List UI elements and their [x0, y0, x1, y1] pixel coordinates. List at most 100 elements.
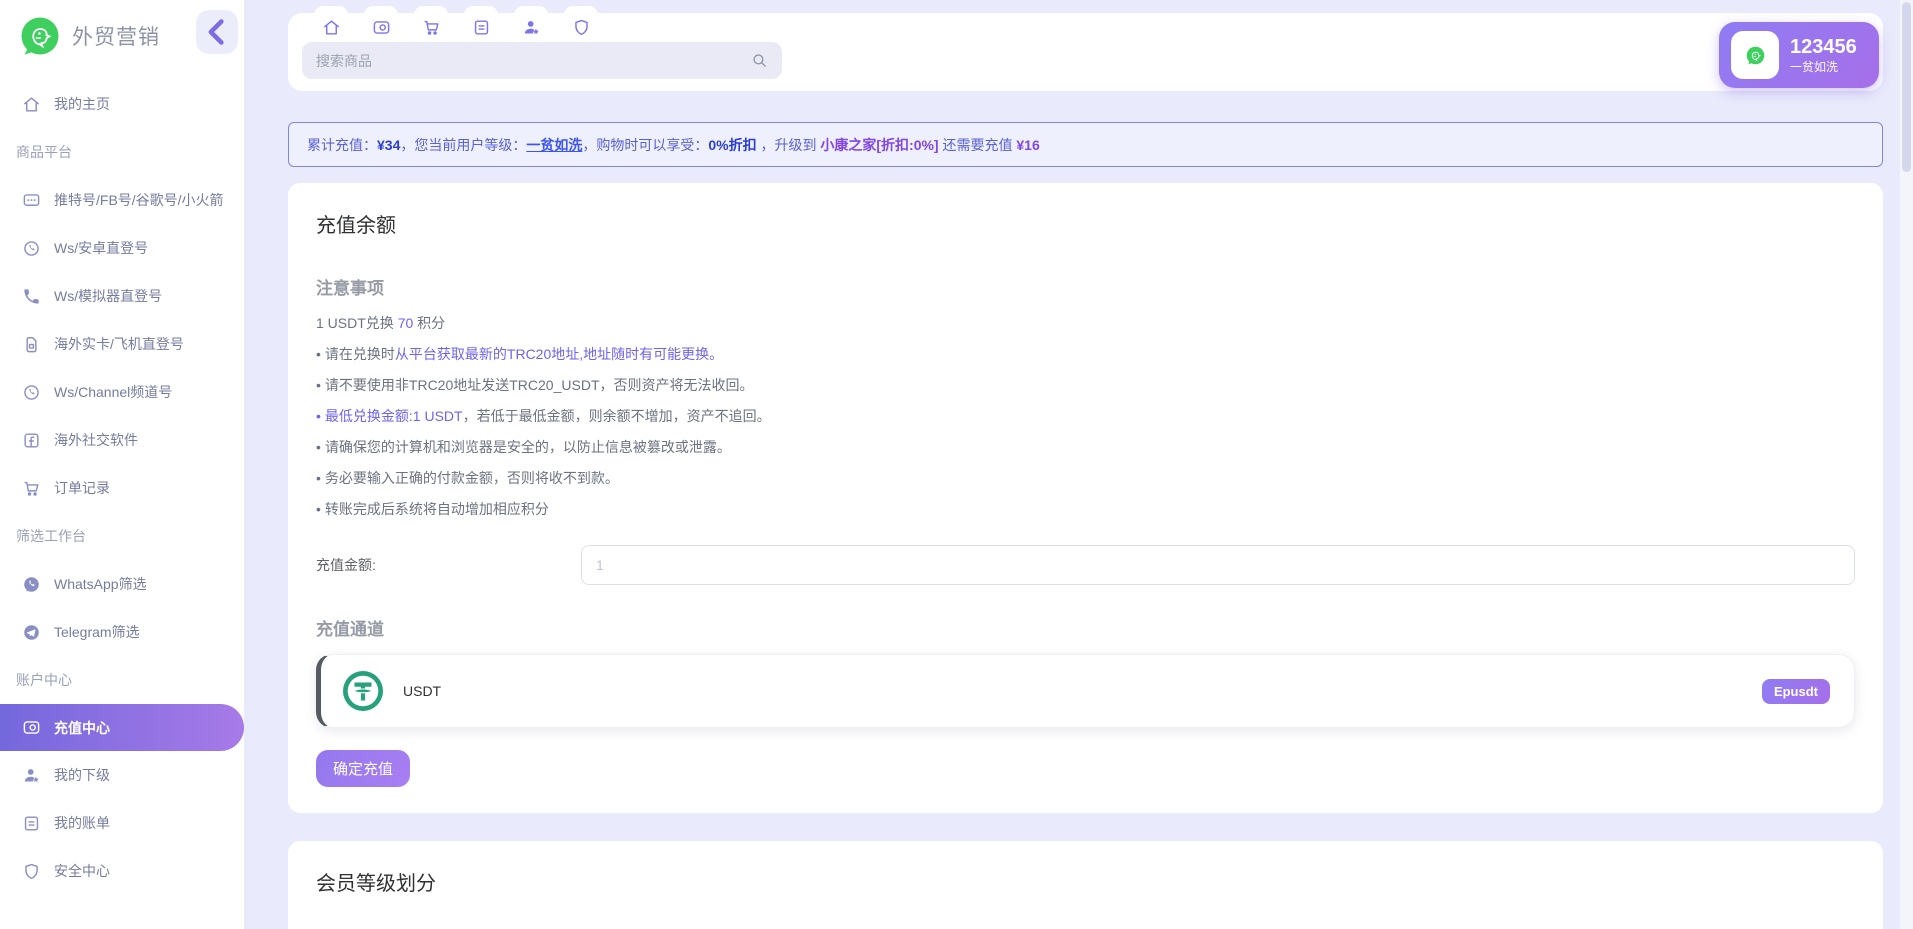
- note-segment: 转账完成后系统将自动增加相应积分: [325, 501, 549, 517]
- note-segment: 最低兑换金额:1 USDT: [325, 408, 463, 424]
- sidebar-item[interactable]: 推特号/FB号/谷歌号/小火箭: [0, 176, 244, 224]
- user-level: 一贫如洗: [1790, 60, 1857, 75]
- exchange-rate-line: 1 USDT兑换 70 积分: [316, 313, 1855, 333]
- sidebar-item[interactable]: 我的下级: [0, 751, 244, 799]
- confirm-recharge-button[interactable]: 确定充值: [316, 750, 410, 787]
- notice-segment: 0%折扣: [708, 135, 756, 155]
- notice-segment: ，购物时可以享受：: [582, 135, 708, 155]
- notes-title: 注意事项: [316, 274, 1855, 299]
- quick-tabs: [314, 6, 598, 44]
- scrollbar-thumb[interactable]: [1902, 2, 1911, 172]
- sidebar-item-label: Ws/模拟器直登号: [54, 286, 162, 306]
- sidebar-item[interactable]: 海外实卡/飞机直登号: [0, 320, 244, 368]
- bill-icon: [472, 18, 491, 37]
- sidebar-item[interactable]: 海外社交软件: [0, 416, 244, 464]
- levels-title: 会员等级划分: [316, 867, 1855, 896]
- rate-segment: 70: [398, 315, 414, 331]
- tether-icon: [343, 671, 383, 711]
- note-segment: 请不要使用非TRC20地址发送TRC20_USDT，否则资产将无法收回。: [325, 377, 754, 393]
- note-item: •务必要输入正确的付款金额，否则将收不到款。: [316, 468, 1855, 488]
- phone-icon: [22, 287, 41, 306]
- person-star-icon: [522, 18, 541, 37]
- notice-segment: ¥34: [377, 137, 400, 153]
- avatar: [1731, 31, 1779, 79]
- rate-segment: 1 USDT兑换: [316, 315, 398, 331]
- user-badge[interactable]: 123456 一贫如洗: [1719, 22, 1879, 88]
- shield-icon: [572, 18, 591, 37]
- quick-tab-person-star[interactable]: [514, 6, 548, 44]
- amount-label: 充值金额:: [316, 555, 581, 575]
- user-meta: 123456 一贫如洗: [1790, 35, 1857, 75]
- channel-gateway-badge: Epusdt: [1762, 679, 1830, 704]
- note-item: •请在兑换时从平台获取最新的TRC20地址,地址随时有可能更换。: [316, 344, 1855, 364]
- quick-tab-cart[interactable]: [414, 6, 448, 44]
- wallet-icon: [22, 718, 41, 737]
- facebook-icon: [22, 431, 41, 450]
- rate-segment: 积分: [413, 315, 445, 331]
- notes-list: •请在兑换时从平台获取最新的TRC20地址,地址随时有可能更换。•请不要使用非T…: [316, 344, 1855, 519]
- sidebar-item-label: 我的下级: [54, 765, 110, 785]
- home-icon: [22, 95, 41, 114]
- sidebar-collapse-button[interactable]: [196, 10, 238, 54]
- whatsapp-icon: [22, 239, 41, 258]
- sidebar-item-label: 海外实卡/飞机直登号: [54, 334, 184, 354]
- notice-segment: 小康之家[折扣:0%]: [820, 135, 938, 155]
- note-segment: 从平台获取最新的TRC20地址,地址随时有可能更换。: [395, 346, 723, 362]
- sidebar-item[interactable]: 安全中心: [0, 847, 244, 895]
- sidebar-item[interactable]: 我的主页: [0, 80, 244, 128]
- note-bullet: •: [316, 377, 321, 393]
- sidebar-item[interactable]: 订单记录: [0, 464, 244, 512]
- home-icon: [322, 18, 341, 37]
- note-item: •最低兑换金额:1 USDT，若低于最低金额，则余额不增加，资产不追回。: [316, 406, 1855, 426]
- notice-segment: ¥16: [1016, 137, 1039, 153]
- amount-input[interactable]: [581, 545, 1855, 585]
- recharge-card: 充值余额 注意事项 1 USDT兑换 70 积分 •请在兑换时从平台获取最新的T…: [288, 183, 1883, 813]
- note-bullet: •: [316, 501, 321, 517]
- sidebar-item-label: 推特号/FB号/谷歌号/小火箭: [54, 190, 224, 210]
- wallet-icon: [372, 18, 391, 37]
- quick-tab-wallet[interactable]: [364, 6, 398, 44]
- sidebar-item-label: 海外社交软件: [54, 430, 138, 450]
- search-icon[interactable]: [751, 52, 768, 69]
- notice-segment: ，您当前用户等级：: [400, 135, 526, 155]
- notice-segment: 一贫如洗: [526, 135, 582, 155]
- sidebar-logo-row: 外贸营销: [0, 0, 244, 72]
- channel-name: USDT: [403, 683, 441, 699]
- quick-tab-shield[interactable]: [564, 6, 598, 44]
- sidebar-item[interactable]: 充值中心: [0, 704, 244, 751]
- sidebar-section-label: 商品平台: [0, 128, 244, 176]
- page-scrollbar[interactable]: [1900, 0, 1913, 929]
- sidebar-item[interactable]: Ws/模拟器直登号: [0, 272, 244, 320]
- level-notice-banner: 累计充值：¥34，您当前用户等级：一贫如洗，购物时可以享受：0%折扣 ，升级到 …: [288, 122, 1883, 167]
- sidebar-item-label: WhatsApp筛选: [54, 574, 147, 594]
- sidebar-item-label: 我的主页: [54, 94, 110, 114]
- quick-tab-bill[interactable]: [464, 6, 498, 44]
- top-header: 123456 一贫如洗: [288, 13, 1883, 91]
- sidebar-item-label: Ws/Channel频道号: [54, 382, 172, 402]
- sidebar-item[interactable]: Ws/Channel频道号: [0, 368, 244, 416]
- sidebar-section-label: 账户中心: [0, 656, 244, 704]
- note-item: •转账完成后系统将自动增加相应积分: [316, 499, 1855, 519]
- main-area: 123456 一贫如洗 累计充值：¥34，您当前用户等级：一贫如洗，购物时可以享…: [244, 13, 1913, 929]
- sidebar-item[interactable]: Telegram筛选: [0, 608, 244, 656]
- note-bullet: •: [316, 439, 321, 455]
- notice-segment: ，升级到: [757, 135, 821, 155]
- bill-icon: [22, 814, 41, 833]
- user-name: 123456: [1790, 35, 1857, 60]
- quick-tab-home[interactable]: [314, 6, 348, 44]
- sidebar-item[interactable]: Ws/安卓直登号: [0, 224, 244, 272]
- member-levels-card: 会员等级划分 等级累计充值购物折扣 LV1一贫如洗¥00%: [288, 841, 1883, 929]
- sidebar-item-label: Telegram筛选: [54, 622, 140, 642]
- app-logo-icon: [20, 16, 60, 56]
- note-item: •请确保您的计算机和浏览器是安全的，以防止信息被篡改或泄露。: [316, 437, 1855, 457]
- sidebar-nav: 我的主页商品平台推特号/FB号/谷歌号/小火箭 Ws/安卓直登号 Ws/模拟器直登号…: [0, 80, 244, 895]
- recharge-title: 充值余额: [316, 209, 1855, 238]
- sidebar-item[interactable]: WhatsApp筛选: [0, 560, 244, 608]
- search-input[interactable]: [316, 53, 751, 69]
- sidebar-item[interactable]: 我的账单: [0, 799, 244, 847]
- notice-segment: 累计充值：: [307, 135, 377, 155]
- app-title: 外贸营销: [72, 21, 160, 51]
- channel-usdt-option[interactable]: USDT Epusdt: [316, 654, 1855, 728]
- cart-icon: [422, 18, 441, 37]
- whatsapp-icon: [22, 383, 41, 402]
